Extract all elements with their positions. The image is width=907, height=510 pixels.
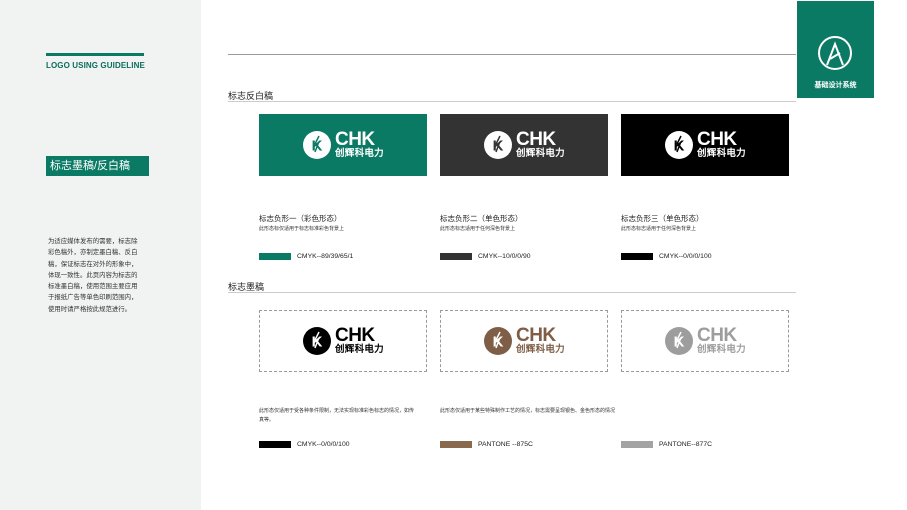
top-divider [228,54,796,55]
description-line: 体现一致性。此页内容为标志的 [48,271,138,279]
logo-card-ink-1: K CHK 创辉科电力 [259,310,427,372]
color-swatch [440,441,472,448]
ink-note-right: 此形态仅适用于某些特殊制作工艺的情况，标志需要呈现银色、金色形态的情况 [440,408,616,414]
company-logo: K CHK 创辉科电力 [483,326,565,356]
letter-a-circle-icon [818,36,852,70]
reverse-section-divider [228,101,796,102]
chk-logo-mark-icon: K [664,131,693,159]
logo-cn-name: 创辉科电力 [696,344,746,355]
card-name: 标志负形一（彩色形态） [259,214,342,223]
chk-logo-mark-icon: K [664,327,693,355]
color-code: CMYK--89/39/65/1 [297,253,354,260]
company-logo: K CHK 创辉科电力 [302,130,384,160]
logo-wordmark: CHK [334,325,375,346]
logo-cn-name: 创辉科电力 [696,148,746,159]
logo-wordmark: CHK [515,325,556,346]
logo-cn-name: 创辉科电力 [334,344,384,355]
logo-card-reverse-1: K CHK 创辉科电力 [259,114,427,176]
logo-card-ink-3: K CHK 创辉科电力 [621,310,789,372]
sidebar-panel: LOGO USING GUIDELINE 标志墨稿/反白稿 为适应媒体发布的需要… [0,0,201,510]
guideline-accent-bar [46,53,144,56]
description-line: 为适应媒体发布的需要，标志除 [48,238,138,245]
chk-logo-mark-icon: K [302,327,331,355]
color-swatch [621,253,653,260]
card-note: 此形态标志适用于任何深色背景上 [621,226,697,232]
ink-note-left: 此形态仅适用于受各种条件限制，无法实现标准彩色标志的情况，如传真等。 [259,408,415,423]
color-code: CMYK--0/0/0/100 [297,441,350,448]
chk-logo-mark-icon: K [302,131,331,159]
logo-wordmark: CHK [334,129,375,150]
logo-card-reverse-2: K CHK 创辉科电力 [440,114,608,176]
description-text: 为适应媒体发布的需要，标志除 彩色稿外，亦制定墨白稿、反白 稿，保证标志在对外的… [48,236,156,315]
logo-wordmark: CHK [696,129,737,150]
badge-label: 基础设计系统 [814,82,857,89]
card-name: 标志负形二（单色形态） [440,214,523,223]
color-swatch [259,441,291,448]
company-logo: K CHK 创辉科电力 [664,326,746,356]
card-note: 此形态标志适用于任何深色背景上 [440,226,516,232]
description-line: 彩色稿外，亦制定墨白稿、反白 [48,249,138,257]
guideline-title: LOGO USING GUIDELINE [46,61,145,70]
color-code: PANTONE--877C [659,441,713,448]
logo-wordmark: CHK [696,325,737,346]
logo-cn-name: 创辉科电力 [515,148,565,159]
card-note: 此形态标仅适用于标志标准彩色背景上 [259,226,345,232]
logo-card-ink-2: K CHK 创辉科电力 [440,310,608,372]
description-line: 使用时请严格按此规范进行。 [48,305,132,313]
color-code: CMYK--10/0/0/90 [478,253,531,260]
company-logo: K CHK 创辉科电力 [483,130,565,160]
company-logo: K CHK 创辉科电力 [302,326,384,356]
color-swatch [440,253,472,260]
description-line: 于报纸广告等单色印刷范围内， [48,294,138,302]
color-code: PANTONE --875C [478,441,533,448]
company-logo: K CHK 创辉科电力 [664,130,746,160]
color-swatch [621,441,653,448]
card-name: 标志负形三（单色形态） [621,214,704,223]
color-swatch [259,253,291,260]
description-line: 标准墨白稿，使用范围主要应用 [48,283,138,291]
logo-cn-name: 创辉科电力 [334,148,384,159]
description-line: 稿，保证标志在对外的形象中， [48,260,138,268]
color-code: CMYK--0/0/0/100 [659,253,712,260]
brand-badge: 基础设计系统 [797,1,874,98]
chk-logo-mark-icon: K [483,131,512,159]
section-tag: 标志墨稿/反白稿 [46,156,149,176]
logo-wordmark: CHK [515,129,556,150]
logo-cn-name: 创辉科电力 [515,344,565,355]
logo-card-reverse-3: K CHK 创辉科电力 [621,114,789,176]
chk-logo-mark-icon: K [483,327,512,355]
ink-section-divider [228,292,796,293]
